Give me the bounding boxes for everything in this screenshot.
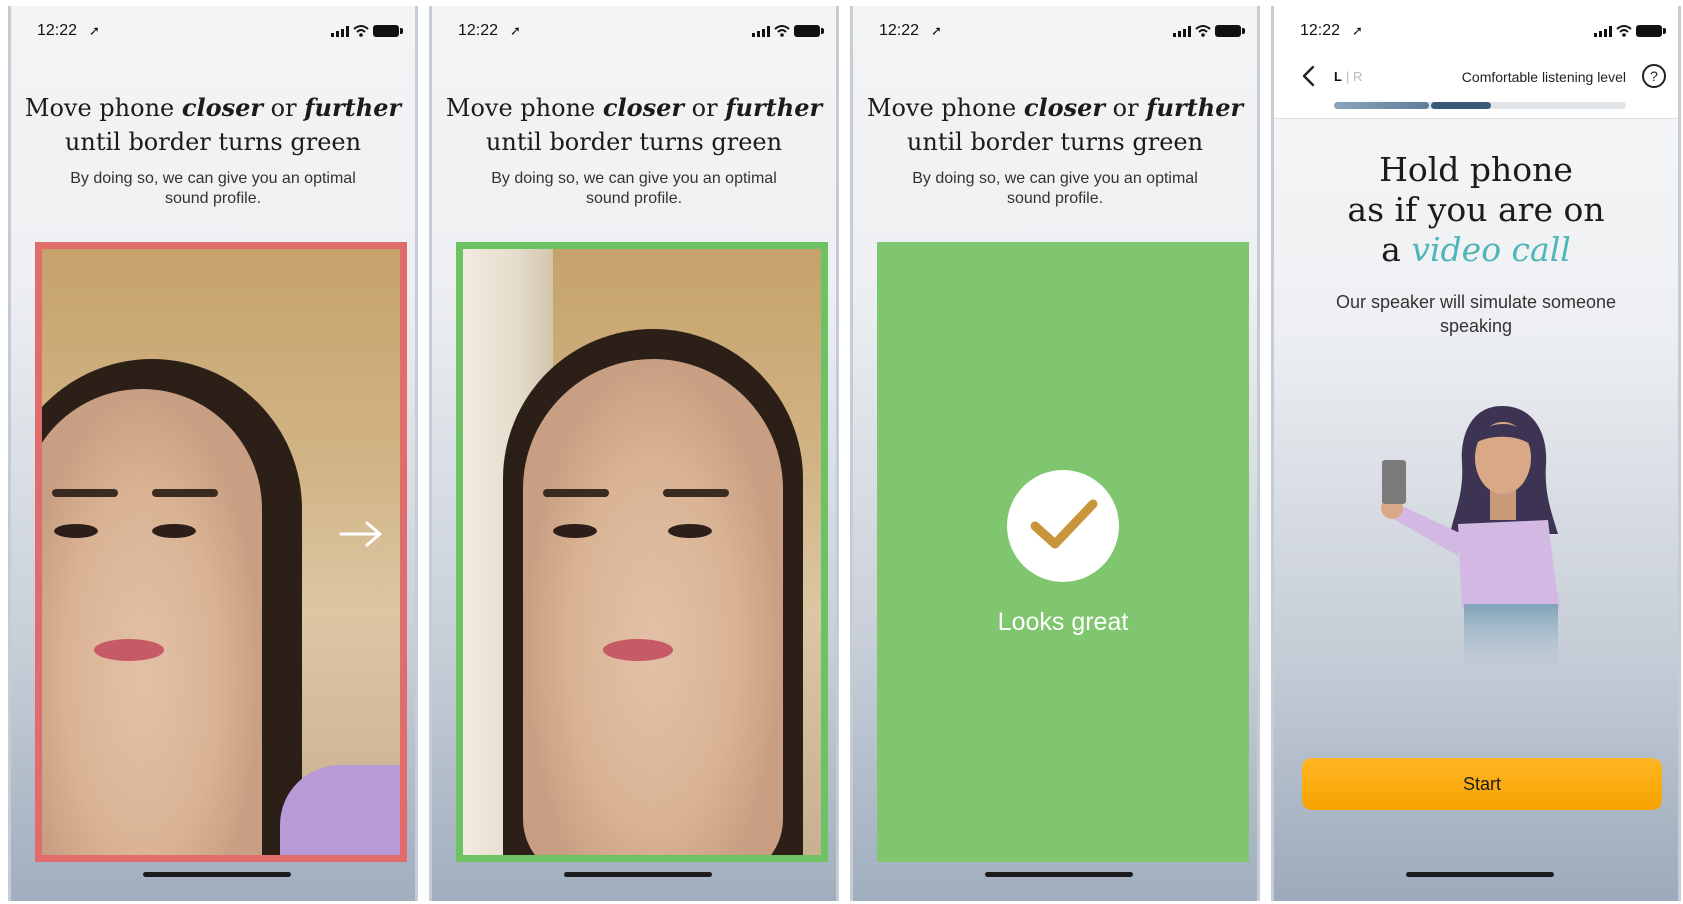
screen-distance-too-close: 12:22 ➚ Move phone closer or further unt…: [8, 6, 418, 901]
instruction-subtext: By doing so, we can give you an optimal …: [491, 170, 777, 207]
person-face: [523, 359, 783, 855]
home-indicator: [1406, 872, 1554, 877]
person-face: [42, 389, 262, 855]
progress-fill: [1334, 102, 1492, 109]
instruction-subtext: By doing so, we can give you an optimal …: [912, 170, 1198, 207]
person-holding-phone-illustration: [1381, 406, 1560, 684]
instruction-heading: Move phone closer or further until borde…: [24, 93, 402, 156]
battery-icon: [1636, 25, 1666, 37]
status-time: 12:22: [458, 22, 499, 39]
help-icon[interactable]: ?: [1642, 64, 1666, 88]
wifi-icon: [1616, 25, 1632, 37]
checkmark-icon: [1030, 499, 1098, 549]
status-bar: 12:22 ➚: [853, 20, 1257, 42]
nav-divider: [1274, 118, 1678, 119]
home-indicator: [143, 872, 291, 877]
wifi-icon: [1195, 25, 1211, 37]
camera-preview: [42, 249, 400, 855]
signal-icon: [1173, 26, 1191, 37]
screen-distance-ok: 12:22 ➚ Move phone closer or further unt…: [429, 6, 839, 901]
camera-frame-red: [35, 242, 407, 862]
status-bar: 12:22 ➚: [1274, 20, 1678, 42]
instruction-heading: Move phone closer or further until borde…: [866, 93, 1244, 156]
location-arrow-icon: ➚: [1352, 23, 1363, 38]
status-bar: 12:22 ➚: [432, 20, 836, 42]
location-arrow-icon: ➚: [89, 23, 100, 38]
ear-left-label: L: [1334, 69, 1342, 84]
hold-phone-heading: Hold phone as if you are on a video call: [1347, 150, 1605, 269]
wifi-icon: [774, 25, 790, 37]
signal-icon: [752, 26, 770, 37]
instruction-heading: Move phone closer or further until borde…: [445, 93, 823, 156]
home-indicator: [985, 872, 1133, 877]
signal-icon: [331, 26, 349, 37]
nav-bar: L | R Comfortable listening level ?: [1274, 60, 1678, 96]
hold-phone-subtext: Our speaker will simulate someone speaki…: [1335, 292, 1617, 336]
status-time: 12:22: [879, 22, 920, 39]
ear-right-label: R: [1353, 69, 1363, 84]
camera-frame-green: [456, 242, 828, 862]
nav-title: Comfortable listening level: [1461, 69, 1626, 85]
battery-icon: [373, 25, 403, 37]
ear-separator: |: [1346, 69, 1350, 84]
home-indicator: [564, 872, 712, 877]
arrow-right-icon: [339, 521, 382, 547]
wifi-icon: [353, 25, 369, 37]
location-arrow-icon: ➚: [510, 23, 521, 38]
success-panel: Looks great: [877, 242, 1249, 862]
status-bar: 12:22 ➚: [11, 20, 415, 42]
camera-preview: [463, 249, 821, 855]
start-button[interactable]: Start: [1302, 758, 1662, 810]
status-time: 12:22: [37, 22, 78, 39]
battery-icon: [1215, 25, 1245, 37]
instruction-subtext: By doing so, we can give you an optimal …: [70, 170, 356, 207]
status-time: 12:22: [1300, 22, 1341, 39]
success-label: Looks great: [997, 608, 1129, 636]
back-chevron-icon[interactable]: [1300, 64, 1318, 88]
signal-icon: [1594, 26, 1612, 37]
screen-looks-great: 12:22 ➚ Move phone closer or further unt…: [850, 6, 1260, 901]
check-circle: [1007, 470, 1119, 582]
screen-hold-phone: 12:22 ➚ L | R Comfortable listening leve…: [1271, 6, 1681, 901]
location-arrow-icon: ➚: [931, 23, 942, 38]
battery-icon: [794, 25, 824, 37]
